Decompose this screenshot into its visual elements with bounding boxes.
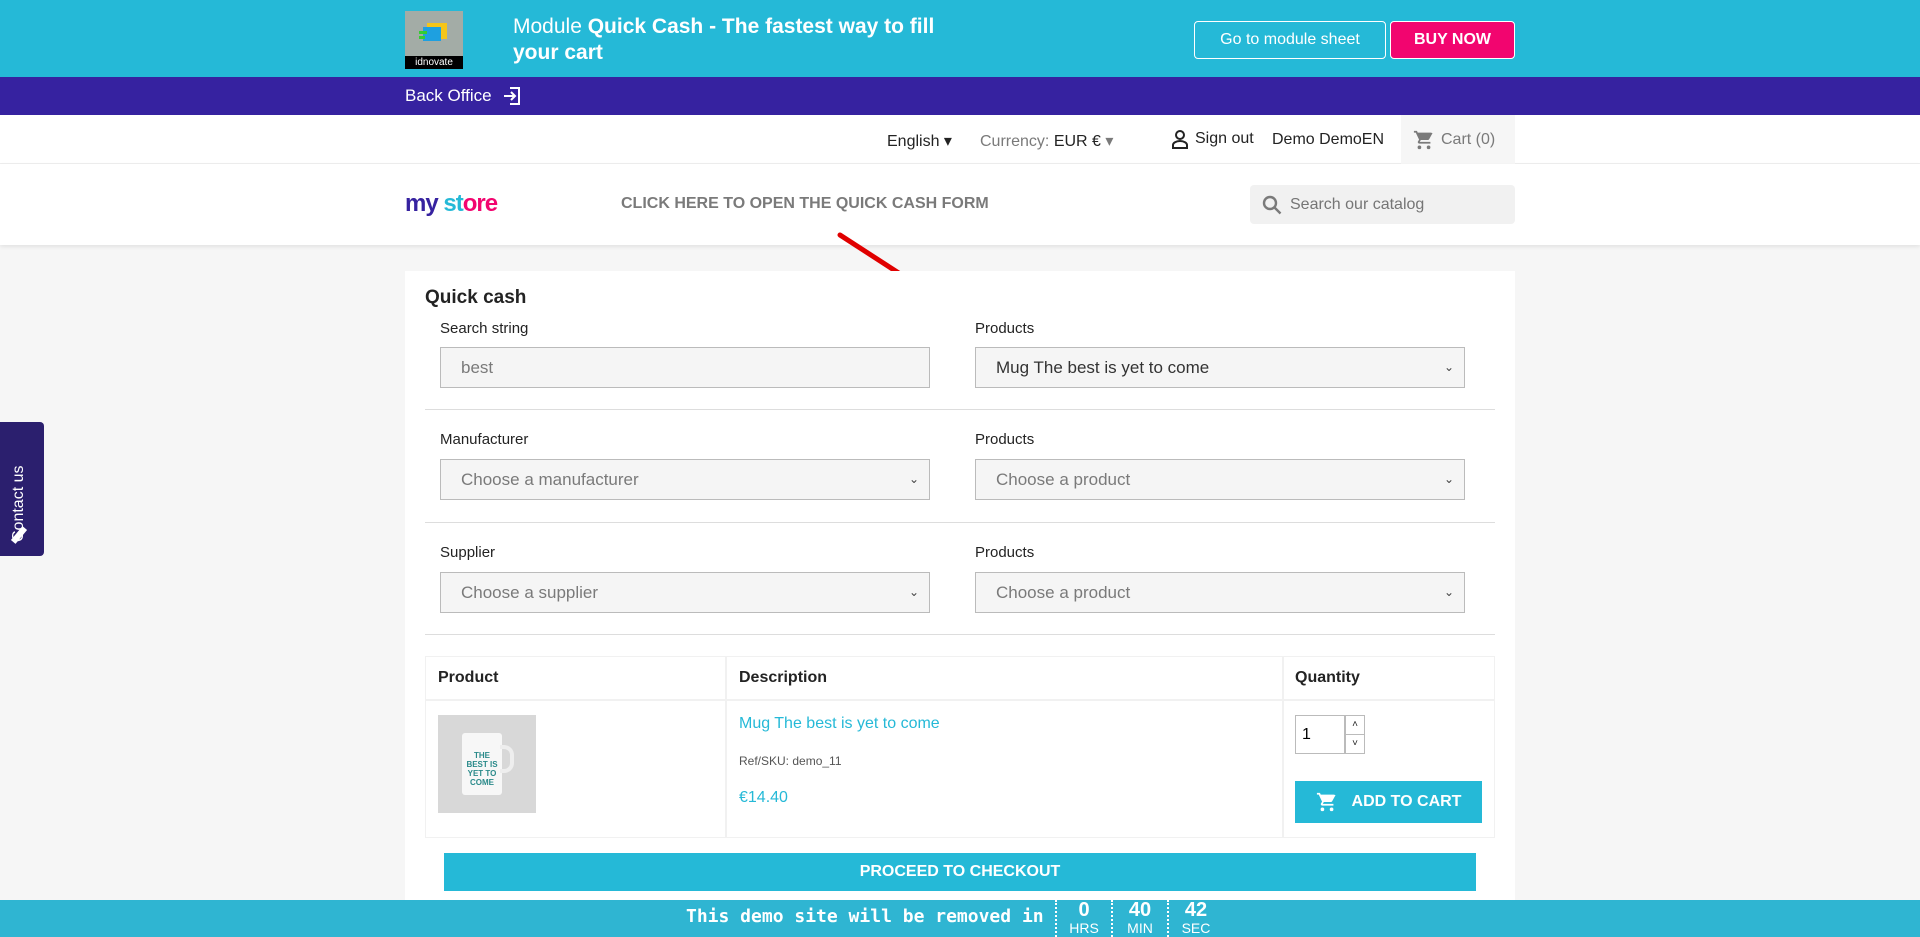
product-price: €14.40 xyxy=(739,789,788,806)
cart-button[interactable]: Cart (0) xyxy=(1401,115,1515,164)
cart-icon xyxy=(1413,130,1433,149)
countdown-text: This demo site will be removed in xyxy=(686,906,1044,927)
promo-banner: idnovate Module Quick Cash - The fastest… xyxy=(0,0,1920,77)
product-table: Product Description Quantity THE BEST IS… xyxy=(425,656,1495,838)
language-selector[interactable]: English ▾ xyxy=(887,131,952,151)
products-label: Products xyxy=(975,431,1035,448)
user-icon xyxy=(1172,130,1188,149)
countdown-seconds: 42 SEC xyxy=(1167,900,1223,937)
back-office-bar: Back Office xyxy=(0,77,1920,115)
quantity-input[interactable] xyxy=(1295,715,1345,754)
account-name[interactable]: Demo DemoEN xyxy=(1272,131,1384,149)
cart-icon xyxy=(1316,792,1336,812)
search-string-input[interactable] xyxy=(440,347,930,388)
supplier-products-select[interactable]: Choose a product ⌄ xyxy=(975,572,1465,613)
manufacturer-products-select[interactable]: Choose a product ⌄ xyxy=(975,459,1465,500)
product-ref: Ref/SKU: demo_11 xyxy=(739,754,842,768)
divider xyxy=(425,409,1495,410)
sign-out-link[interactable]: Sign out xyxy=(1171,129,1254,149)
products-label: Products xyxy=(975,544,1035,561)
countdown-hours: 0 HRS xyxy=(1055,900,1111,937)
idnovate-logo: idnovate xyxy=(405,11,463,69)
header-quantity: Quantity xyxy=(1295,669,1360,686)
quantity-down-button[interactable]: ˅ xyxy=(1345,734,1365,754)
header-product: Product xyxy=(438,669,499,686)
proceed-to-checkout-button[interactable]: PROCEED TO CHECKOUT xyxy=(444,853,1476,891)
contact-us-tab[interactable]: Contact us xyxy=(0,422,44,556)
user-nav: English ▾ Currency: EUR € ▾ Sign out Dem… xyxy=(0,115,1920,164)
products-select[interactable]: Mug The best is yet to come ⌄ xyxy=(975,347,1465,388)
add-to-cart-button[interactable]: ADD TO CART xyxy=(1295,781,1482,823)
countdown-minutes: 40 MIN xyxy=(1111,900,1167,937)
supplier-select[interactable]: Choose a supplier ⌄ xyxy=(440,572,930,613)
header-description: Description xyxy=(739,669,828,686)
manufacturer-label: Manufacturer xyxy=(440,431,529,448)
manufacturer-select[interactable]: Choose a manufacturer ⌄ xyxy=(440,459,930,500)
product-image[interactable]: THE BEST IS YET TO COME xyxy=(438,715,536,813)
sign-in-icon xyxy=(503,87,520,105)
product-name-link[interactable]: Mug The best is yet to come xyxy=(739,715,940,733)
search-string-label: Search string xyxy=(440,320,529,337)
back-office-link[interactable]: Back Office xyxy=(405,86,522,106)
search-box[interactable] xyxy=(1250,185,1515,224)
search-input[interactable] xyxy=(1290,185,1510,224)
divider xyxy=(425,634,1495,635)
supplier-label: Supplier xyxy=(440,544,496,561)
demo-countdown-bar: This demo site will be removed in 0 HRS 4… xyxy=(0,900,1920,937)
currency-selector[interactable]: Currency: EUR € ▾ xyxy=(980,131,1113,151)
store-logo[interactable]: my store xyxy=(405,190,498,218)
products-label: Products xyxy=(975,320,1035,337)
quantity-up-button[interactable]: ˄ xyxy=(1345,715,1365,735)
quick-cash-title: Quick cash xyxy=(425,287,527,308)
divider xyxy=(425,522,1495,523)
search-icon xyxy=(1262,195,1282,215)
module-sheet-button[interactable]: Go to module sheet xyxy=(1194,21,1386,59)
quick-cash-link[interactable]: CLICK HERE TO OPEN THE QUICK CASH FORM xyxy=(621,195,989,213)
banner-title: Module Quick Cash - The fastest way to f… xyxy=(513,15,935,64)
buy-now-button[interactable]: BUY NOW xyxy=(1390,21,1515,59)
